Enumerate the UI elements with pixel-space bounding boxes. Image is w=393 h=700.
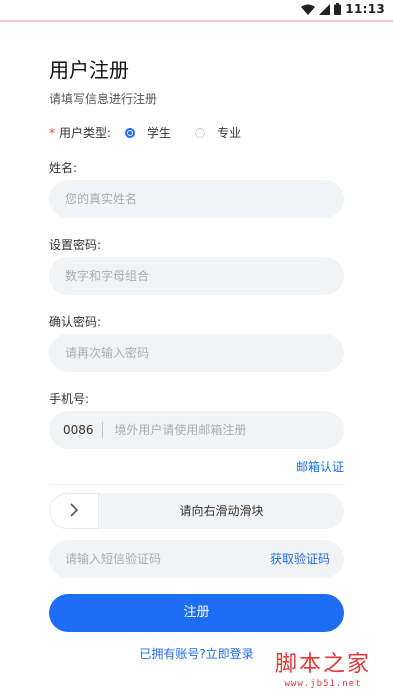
required-mark: * <box>49 125 55 140</box>
get-code-button[interactable]: 获取验证码 <box>270 540 330 578</box>
phone-field-wrapper: 0086 <box>49 411 344 449</box>
radio-student-label: 学生 <box>147 126 172 140</box>
password-input[interactable] <box>63 268 344 284</box>
confirm-password-input[interactable] <box>63 345 344 361</box>
status-icons: 11:13 <box>301 2 385 16</box>
phone-input[interactable] <box>112 422 344 438</box>
email-verify-link[interactable]: 邮箱认证 <box>296 458 344 475</box>
sms-code-input[interactable] <box>63 551 267 567</box>
name-input[interactable] <box>63 191 344 207</box>
status-time: 11:13 <box>345 2 385 16</box>
name-label: 姓名: <box>49 161 78 175</box>
status-bar: 11:13 <box>0 0 393 22</box>
user-type-row: * 用户类型: 学生 专业 <box>49 124 265 141</box>
radio-professional[interactable]: 专业 <box>195 124 241 141</box>
divider <box>49 484 344 485</box>
slide-verify-track: 请向右滑动滑块 <box>49 493 344 529</box>
radio-student[interactable]: 学生 <box>125 124 171 141</box>
phone-country-code[interactable]: 0086 <box>63 423 102 437</box>
password-label: 设置密码: <box>49 238 102 252</box>
radio-professional-label: 专业 <box>217 126 242 140</box>
user-type-label: 用户类型: <box>59 126 112 140</box>
chevron-right-icon <box>69 502 79 521</box>
radio-checked-icon <box>125 127 136 138</box>
password-field-wrapper <box>49 257 344 295</box>
slide-verify-handle[interactable] <box>49 493 99 529</box>
sms-field-wrapper: 获取验证码 <box>49 540 344 578</box>
radio-unchecked-icon <box>195 127 206 138</box>
phone-separator <box>101 422 103 438</box>
slide-verify-text: 请向右滑动滑块 <box>179 504 264 518</box>
login-link[interactable]: 已拥有账号?立即登录 <box>0 645 393 662</box>
confirm-password-field-wrapper <box>49 334 344 372</box>
battery-icon <box>334 3 342 15</box>
wifi-icon <box>301 4 316 15</box>
name-field-wrapper <box>49 180 344 218</box>
signal-icon <box>319 3 331 15</box>
watermark-url: www.jb51.net <box>284 679 362 689</box>
page-title: 用户注册 <box>49 58 129 82</box>
confirm-password-label: 确认密码: <box>49 315 102 329</box>
register-button[interactable]: 注册 <box>49 594 344 632</box>
page-subtitle: 请填写信息进行注册 <box>49 92 158 106</box>
phone-label: 手机号: <box>49 392 90 406</box>
